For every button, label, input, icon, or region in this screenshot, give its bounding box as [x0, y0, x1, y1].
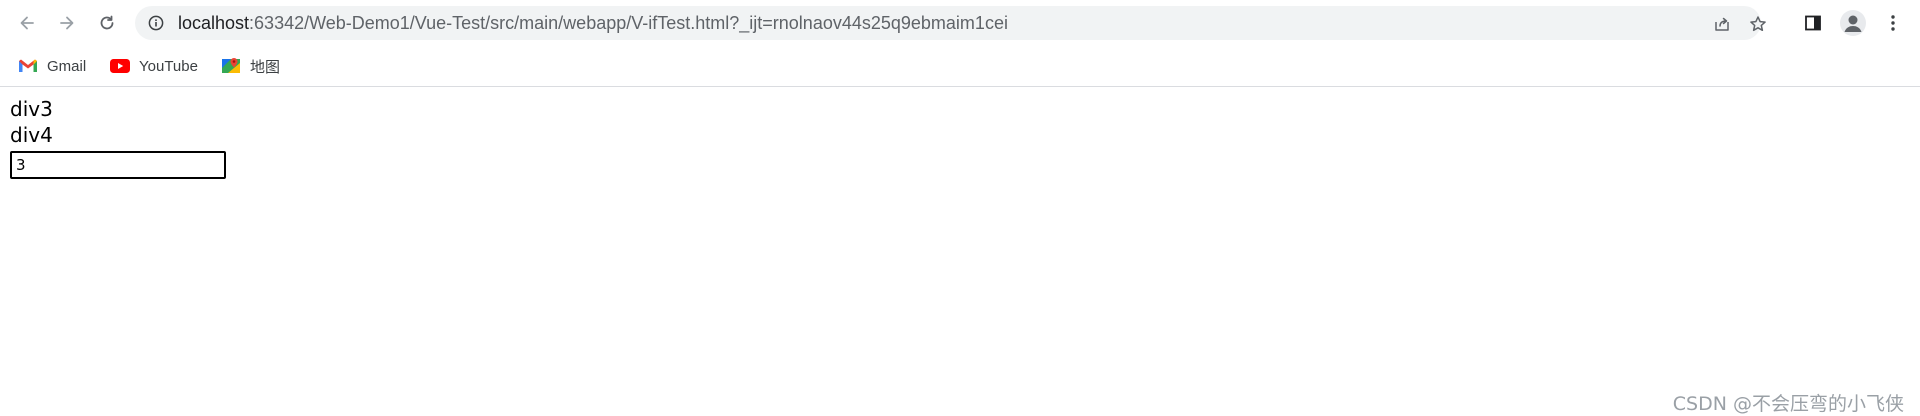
side-panel-button[interactable] — [1800, 10, 1826, 36]
bookmark-youtube[interactable]: YouTube — [110, 54, 198, 78]
side-panel-icon — [1805, 15, 1821, 31]
share-icon[interactable] — [1713, 15, 1731, 33]
forward-button[interactable] — [52, 8, 82, 38]
browser-window: localhost:63342/Web-Demo1/Vue-Test/src/m… — [0, 0, 1920, 416]
bookmark-label: YouTube — [139, 57, 198, 75]
arrow-left-icon — [20, 16, 34, 30]
back-button[interactable] — [12, 8, 42, 38]
bookmark-maps[interactable]: 地图 — [221, 54, 280, 78]
bookmark-gmail[interactable]: Gmail — [18, 54, 86, 78]
menu-button[interactable] — [1880, 10, 1906, 36]
reload-button[interactable] — [92, 8, 122, 38]
maps-icon — [221, 56, 241, 76]
url-host: localhost — [178, 13, 250, 33]
kebab-menu-icon — [1891, 15, 1895, 31]
star-icon[interactable] — [1749, 15, 1767, 33]
div3-text: div3 — [10, 97, 53, 121]
youtube-icon — [110, 56, 130, 76]
info-icon[interactable] — [148, 15, 164, 31]
url-path: :63342/Web-Demo1/Vue-Test/src/main/webap… — [249, 13, 1008, 33]
number-input[interactable] — [10, 151, 226, 179]
address-bar[interactable]: localhost:63342/Web-Demo1/Vue-Test/src/m… — [135, 6, 1766, 40]
url-text[interactable]: localhost:63342/Web-Demo1/Vue-Test/src/m… — [178, 14, 1008, 32]
profile-button[interactable] — [1840, 10, 1866, 36]
bookmarks-bar: Gmail YouTube 地图 — [0, 46, 1920, 86]
gmail-icon — [18, 56, 38, 76]
page-content: div3 div4 CSDN @不会压弯的小飞侠 — [0, 87, 1920, 416]
div4-text: div4 — [10, 123, 53, 147]
csdn-watermark: CSDN @不会压弯的小飞侠 — [1672, 393, 1904, 415]
browser-toolbar: localhost:63342/Web-Demo1/Vue-Test/src/m… — [0, 0, 1920, 46]
reload-icon — [100, 15, 114, 30]
profile-icon — [1844, 15, 1862, 32]
bookmark-label: Gmail — [47, 57, 87, 75]
bookmark-label: 地图 — [250, 58, 281, 76]
arrow-right-icon — [60, 16, 74, 30]
